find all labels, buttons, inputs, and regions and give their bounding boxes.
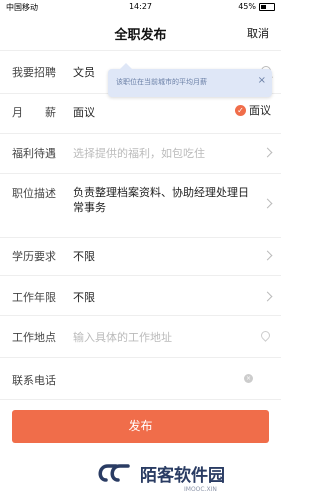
- watermark-logo-icon: [98, 464, 130, 482]
- negotiable-toggle[interactable]: ✓ 面议: [235, 102, 271, 118]
- watermark-text: 陌客软件园: [140, 466, 225, 486]
- location-placeholder[interactable]: 输入具体的工作地址: [73, 329, 172, 345]
- benefits-label: 福利待遇: [12, 147, 56, 160]
- watermark: 陌客软件园 IMOOC.XIN: [96, 456, 276, 496]
- clear-icon[interactable]: ×: [244, 374, 253, 383]
- job-label: 我要招聘: [12, 66, 56, 79]
- close-icon[interactable]: ×: [258, 75, 266, 86]
- education-label: 学历要求: [12, 250, 56, 263]
- battery-icon: [259, 2, 275, 11]
- experience-row[interactable]: 工作年限 不限: [0, 275, 281, 316]
- experience-value[interactable]: 不限: [73, 289, 95, 305]
- battery-percent: 45%: [238, 2, 256, 11]
- negotiable-label: 面议: [249, 104, 271, 117]
- nav-bar: 全职发布 取消: [0, 14, 281, 51]
- phone-label: 联系电话: [12, 374, 56, 387]
- description-value[interactable]: 负责整理档案资料、协助经理处理日常事务: [73, 185, 253, 215]
- location-pin-icon[interactable]: [259, 329, 272, 342]
- location-row[interactable]: 工作地点 输入具体的工作地址: [0, 315, 281, 358]
- education-row[interactable]: 学历要求 不限: [0, 237, 281, 276]
- job-value[interactable]: 文员: [73, 64, 95, 80]
- chevron-right-icon: [262, 198, 273, 209]
- benefits-placeholder[interactable]: 选择提供的福利，如包吃住: [73, 145, 205, 161]
- benefits-row[interactable]: 福利待遇 选择提供的福利，如包吃住: [0, 133, 281, 174]
- education-value[interactable]: 不限: [73, 248, 95, 264]
- description-row[interactable]: 职位描述 负责整理档案资料、协助经理处理日常事务: [0, 173, 281, 238]
- salary-value[interactable]: 面议: [73, 104, 95, 120]
- location-label: 工作地点: [12, 331, 56, 344]
- check-icon: ✓: [235, 104, 246, 116]
- watermark-domain: IMOOC.XIN: [184, 486, 217, 493]
- cancel-button[interactable]: 取消: [247, 25, 269, 41]
- description-label: 职位描述: [12, 187, 56, 200]
- phone-row[interactable]: 联系电话 ×: [0, 357, 281, 400]
- chevron-right-icon: [262, 147, 273, 158]
- page-title: 全职发布: [114, 28, 167, 43]
- status-right: 45%: [238, 2, 275, 11]
- chevron-right-icon: [262, 250, 273, 261]
- tooltip-text: 该职位在当前城市的平均月薪: [116, 78, 207, 86]
- chevron-right-icon: [262, 291, 273, 302]
- status-bar: 中国移动 14:27 45%: [0, 0, 281, 14]
- experience-label: 工作年限: [12, 291, 56, 304]
- submit-button[interactable]: 发布: [12, 410, 269, 443]
- salary-label: 月 薪: [12, 106, 56, 119]
